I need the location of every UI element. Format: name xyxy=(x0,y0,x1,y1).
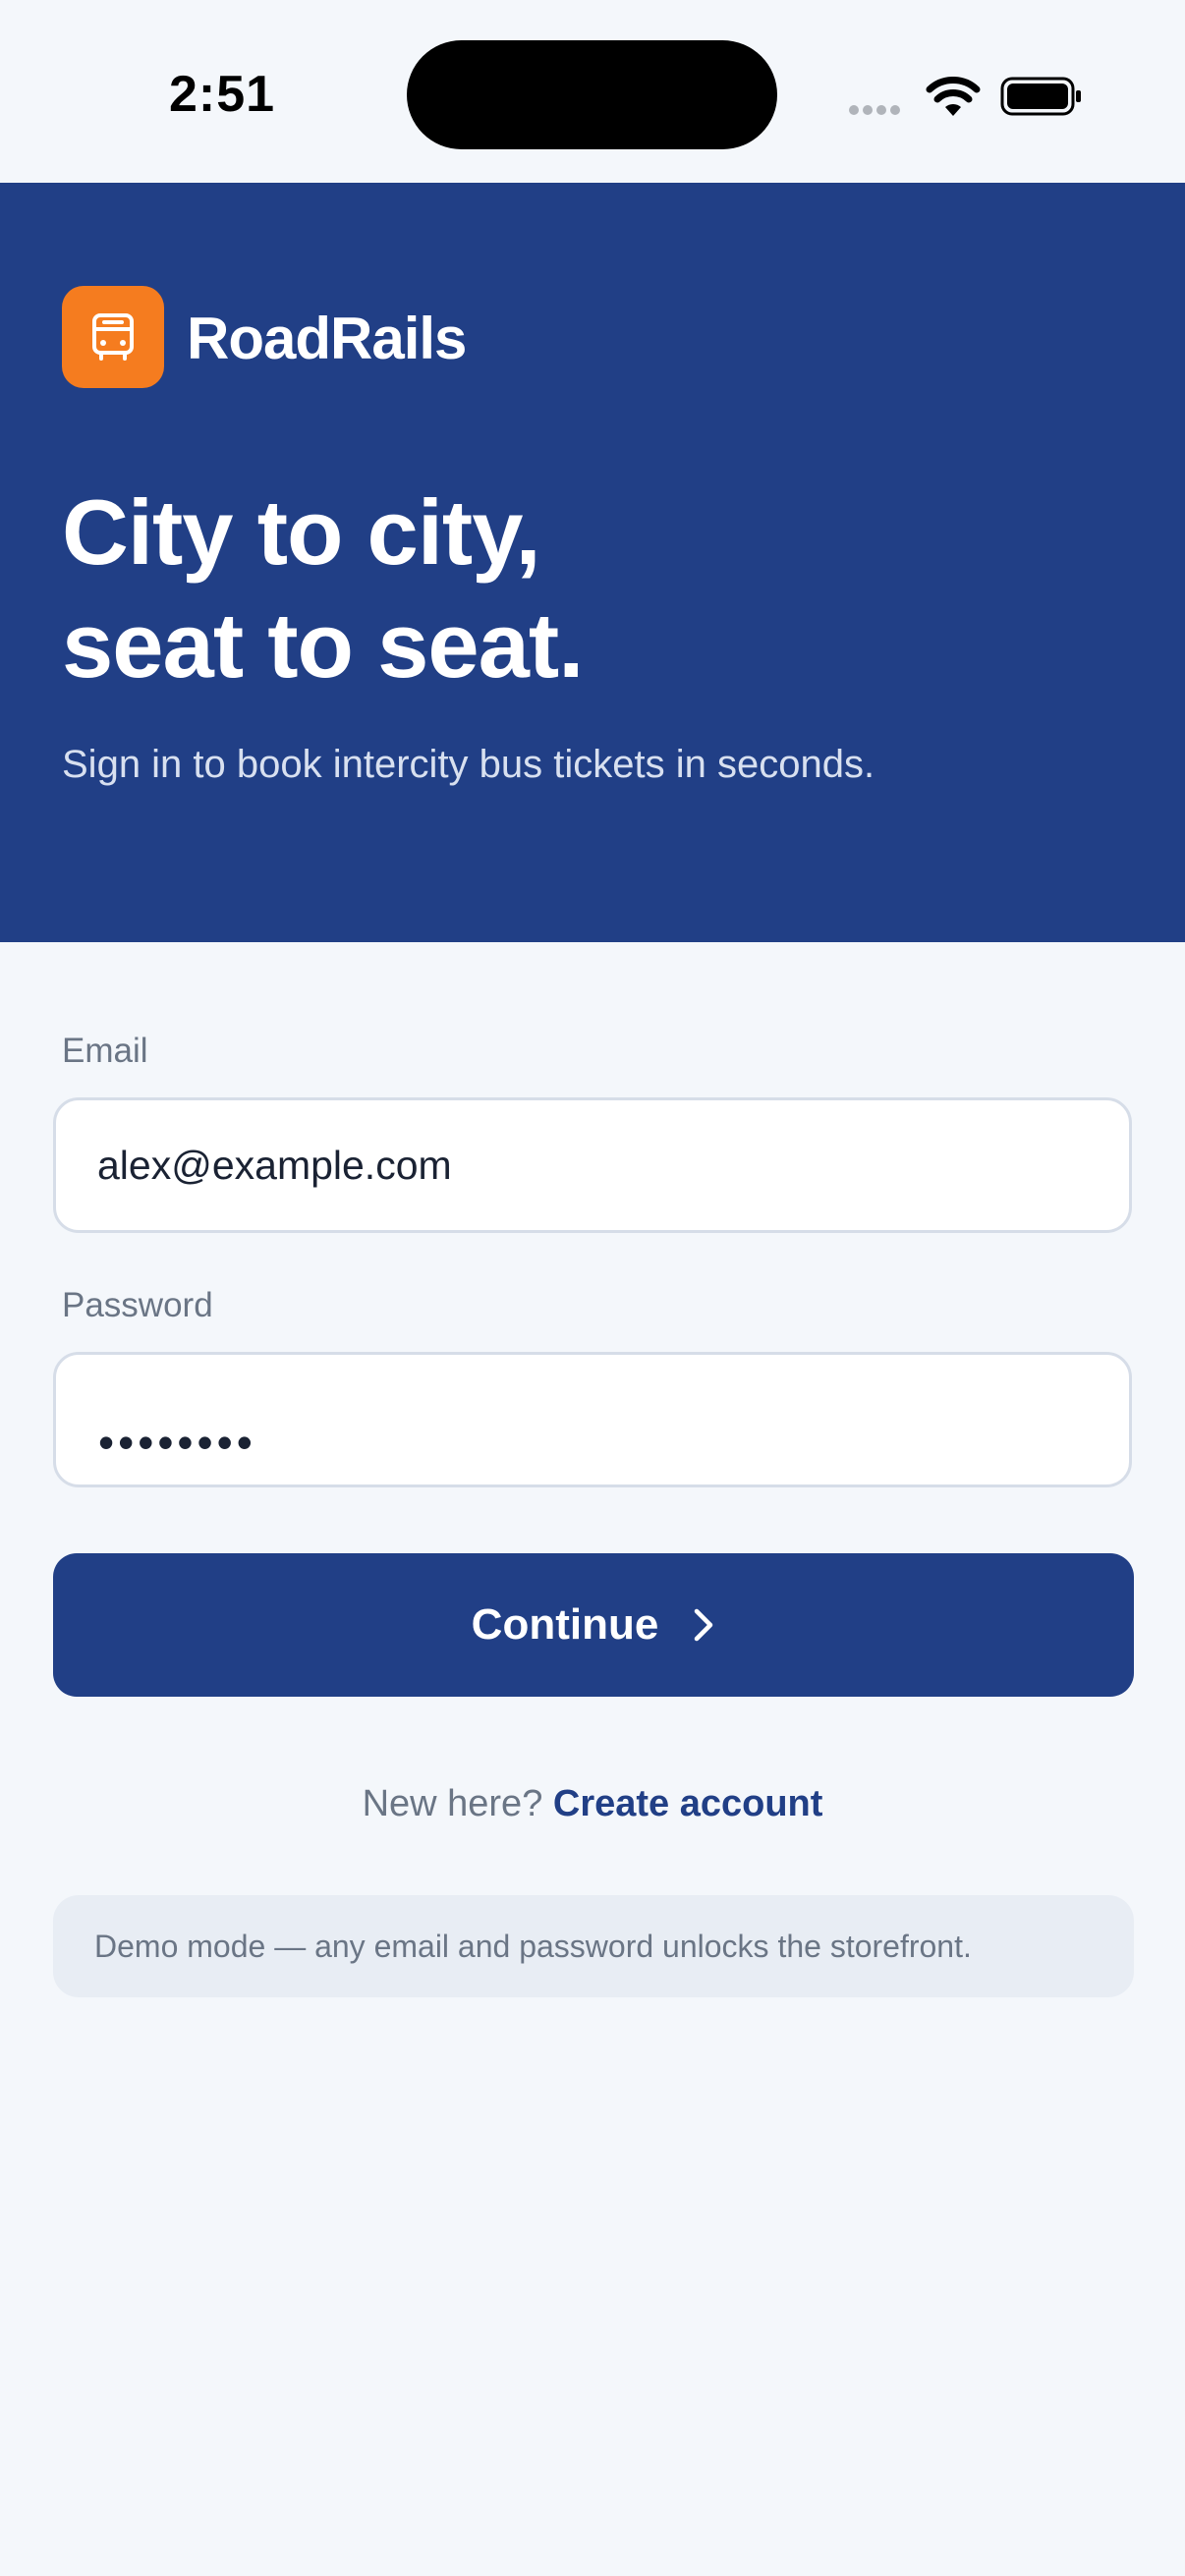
status-time: 2:51 xyxy=(169,66,276,123)
signup-prompt: New here? xyxy=(362,1783,543,1824)
continue-button[interactable]: Continue xyxy=(53,1553,1134,1697)
continue-label: Continue xyxy=(471,1600,659,1649)
app-logo xyxy=(62,286,164,388)
hero-banner: RoadRails City to city, seat to seat. Si… xyxy=(0,183,1185,942)
headline-line-2: seat to seat. xyxy=(62,593,584,697)
bus-icon xyxy=(92,313,134,361)
create-account-link[interactable]: Create account xyxy=(553,1783,823,1824)
email-field[interactable] xyxy=(53,1097,1132,1233)
battery-icon xyxy=(1000,75,1083,123)
password-label: Password xyxy=(62,1286,213,1324)
dynamic-island xyxy=(407,40,777,149)
hero-subtitle: Sign in to book intercity bus tickets in… xyxy=(62,743,875,786)
demo-mode-note: Demo mode — any email and password unloc… xyxy=(53,1895,1134,1997)
brand-name: RoadRails xyxy=(187,306,467,371)
hero-headline: City to city, seat to seat. xyxy=(62,476,1123,701)
status-bar: 2:51 xyxy=(0,0,1185,183)
chevron-right-icon xyxy=(692,1607,715,1643)
email-label: Email xyxy=(62,1032,148,1070)
password-mask: •••••••• xyxy=(98,1417,256,1468)
headline-line-1: City to city, xyxy=(62,480,541,584)
demo-note-text: Demo mode — any email and password unloc… xyxy=(94,1928,972,1964)
signal-dots-icon xyxy=(849,102,904,120)
signup-row: New here? Create account xyxy=(0,1783,1185,1825)
wifi-icon xyxy=(926,77,981,123)
